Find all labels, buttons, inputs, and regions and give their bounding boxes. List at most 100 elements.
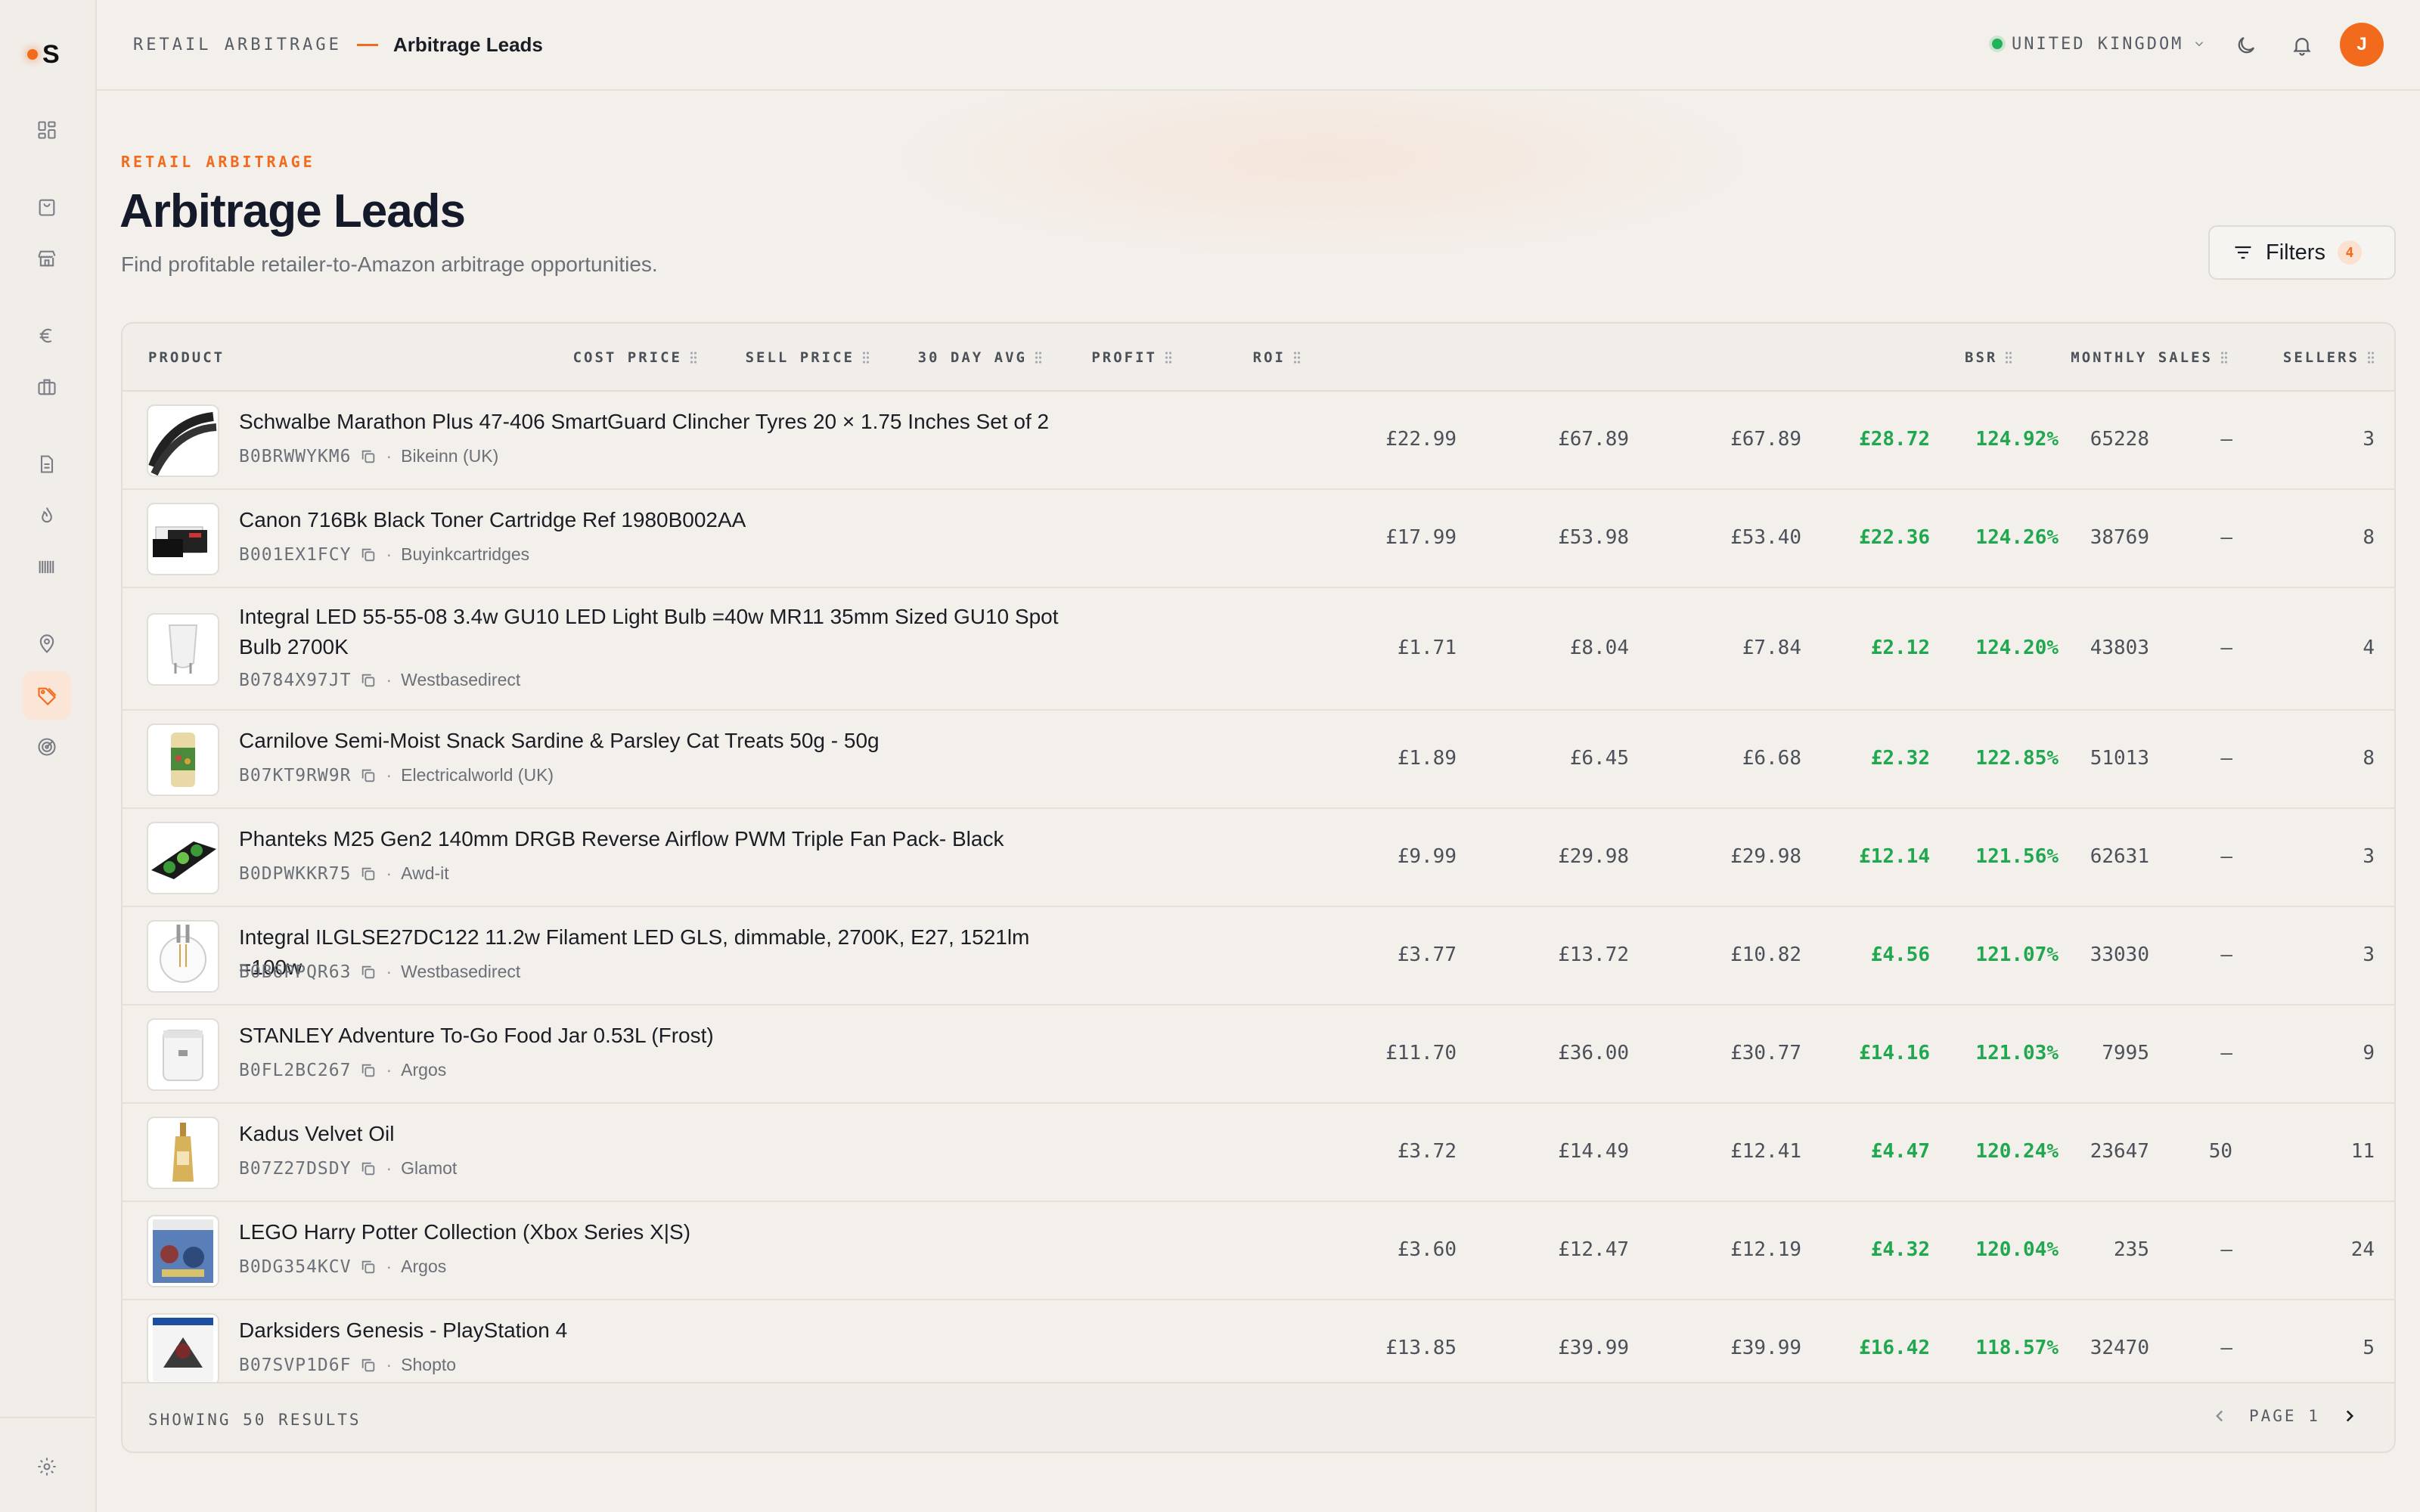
settings-button[interactable] (23, 1442, 71, 1491)
sellers-cell: 8 (2363, 526, 2375, 549)
monthly-sales-cell: 50 (2208, 1140, 2232, 1163)
sidebar-item-euro[interactable] (23, 311, 71, 360)
product-name[interactable]: Schwalbe Marathon Plus 47-406 SmartGuard… (239, 407, 1086, 437)
product-name[interactable]: Phanteks M25 Gen2 140mm DRGB Reverse Air… (239, 824, 1086, 854)
product-name[interactable]: LEGO Harry Potter Collection (Xbox Serie… (239, 1217, 1086, 1247)
table-row[interactable]: Canon 716Bk Black Toner Cartridge Ref 19… (123, 490, 2394, 588)
roi-cell: 120.24% (1975, 1140, 2059, 1163)
copy-icon[interactable] (360, 1062, 377, 1079)
table-row[interactable]: LEGO Harry Potter Collection (Xbox Serie… (123, 1202, 2394, 1300)
drag-handle-icon[interactable] (1035, 350, 1042, 365)
drag-handle-icon[interactable] (2220, 350, 2228, 365)
product-meta: B0DG354KCV · Argos (239, 1256, 446, 1277)
product-image-tyre (148, 412, 217, 476)
filters-button[interactable]: Filters 4 (2208, 225, 2396, 280)
sidebar-item-dashboard[interactable] (23, 106, 71, 154)
column-header-30-day-avg[interactable]: 30 DAY AVG (918, 349, 1042, 366)
copy-icon[interactable] (360, 866, 377, 882)
copy-icon[interactable] (360, 672, 377, 689)
product-name[interactable]: Darksiders Genesis - PlayStation 4 (239, 1315, 1086, 1346)
chevron-right-icon[interactable] (2340, 1406, 2360, 1426)
copy-icon[interactable] (360, 1160, 377, 1177)
tag-icon (38, 687, 57, 706)
product-name[interactable]: Canon 716Bk Black Toner Cartridge Ref 19… (239, 505, 1086, 535)
drag-handle-icon[interactable] (2005, 350, 2012, 365)
table-row[interactable]: Carnilove Semi-Moist Snack Sardine & Par… (123, 711, 2394, 809)
leads-table: PRODUCT COST PRICE SELL PRICE 30 DAY AVG… (121, 322, 2396, 1453)
table-row[interactable]: STANLEY Adventure To-Go Food Jar 0.53L (… (123, 1005, 2394, 1104)
avg-30-day-cell: £7.84 (1742, 637, 1801, 659)
drag-handle-icon[interactable] (2367, 350, 2375, 365)
notifications-button[interactable] (2284, 27, 2320, 64)
product-meta: B07KT9RW9R · Electricalworld (UK) (239, 765, 554, 785)
sellers-cell: 24 (2350, 1238, 2375, 1261)
copy-icon[interactable] (360, 448, 377, 465)
product-name[interactable]: Kadus Velvet Oil (239, 1119, 1086, 1149)
sidebar-item-trending[interactable] (23, 491, 71, 540)
table-row[interactable]: Phanteks M25 Gen2 140mm DRGB Reverse Air… (123, 809, 2394, 907)
sidebar-item-documents[interactable] (23, 440, 71, 488)
meta-separator: · (386, 962, 392, 981)
sidebar-item-shopping[interactable] (23, 183, 71, 231)
sell-price-cell: £12.47 (1558, 1238, 1629, 1261)
column-header-cost-price[interactable]: COST PRICE (573, 349, 697, 366)
sidebar-item-store[interactable] (23, 234, 71, 283)
roi-cell: 124.20% (1975, 637, 2059, 659)
sidebar-item-barcode[interactable] (23, 543, 71, 591)
product-retailer: Bikeinn (UK) (401, 446, 499, 466)
copy-icon[interactable] (360, 964, 377, 981)
page-subtitle: Find profitable retailer-to-Amazon arbit… (121, 253, 658, 276)
table-row[interactable]: Integral ILGLSE27DC122 11.2w Filament LE… (123, 907, 2394, 1005)
app-logo[interactable]: S (27, 38, 60, 71)
breadcrumb-separator (356, 43, 378, 46)
column-header-roi[interactable]: ROI (1253, 349, 1301, 366)
product-name[interactable]: STANLEY Adventure To-Go Food Jar 0.53L (… (239, 1021, 1086, 1051)
sidebar-item-arbitrage-leads[interactable] (23, 671, 71, 720)
copy-icon[interactable] (360, 1259, 377, 1275)
bsr-cell: 65228 (2090, 428, 2149, 451)
profit-cell: £16.42 (1859, 1337, 1930, 1359)
region-selector[interactable]: UNITED KINGDOM (1992, 30, 2206, 57)
column-header-profit[interactable]: PROFIT (1091, 349, 1172, 366)
table-row[interactable]: Kadus Velvet Oil B07Z27DSDY · Glamot £3.… (123, 1104, 2394, 1202)
product-retailer: Electricalworld (UK) (401, 765, 554, 785)
column-header-bsr[interactable]: BSR (1965, 349, 2012, 366)
product-name[interactable]: Carnilove Semi-Moist Snack Sardine & Par… (239, 726, 1086, 756)
product-name[interactable]: Integral LED 55-55-08 3.4w GU10 LED Ligh… (239, 602, 1086, 662)
drag-handle-icon[interactable] (690, 350, 697, 365)
roi-cell: 118.57% (1975, 1337, 2059, 1359)
profit-cell: £2.12 (1870, 637, 1930, 659)
sidebar-item-target[interactable] (23, 723, 71, 771)
drag-handle-icon[interactable] (862, 350, 870, 365)
sidebar-item-briefcase[interactable] (23, 363, 71, 411)
avg-30-day-cell: £6.68 (1742, 747, 1801, 770)
meta-separator: · (386, 765, 392, 785)
product-retailer: Argos (401, 1060, 447, 1080)
product-thumbnail (147, 613, 219, 686)
table-row[interactable]: Schwalbe Marathon Plus 47-406 SmartGuard… (123, 392, 2394, 490)
column-header-product[interactable]: PRODUCT (148, 349, 225, 366)
sidebar-item-locations[interactable] (23, 620, 71, 668)
target-icon (38, 738, 56, 756)
sellers-cell: 8 (2363, 747, 2375, 770)
profit-cell: £12.14 (1859, 845, 1930, 868)
copy-icon[interactable] (360, 1357, 377, 1374)
avg-30-day-cell: £29.98 (1730, 845, 1801, 868)
sell-price-cell: £6.45 (1569, 747, 1629, 770)
column-header-sellers[interactable]: SELLERS (2283, 349, 2375, 366)
table-row[interactable]: Integral LED 55-55-08 3.4w GU10 LED Ligh… (123, 588, 2394, 711)
column-header-monthly-sales[interactable]: MONTHLY SALES (2071, 349, 2228, 366)
column-header-sell-price[interactable]: SELL PRICE (746, 349, 870, 366)
breadcrumb-root[interactable]: RETAIL ARBITRAGE (133, 36, 342, 54)
copy-icon[interactable] (360, 767, 377, 784)
bsr-cell: 32470 (2090, 1337, 2149, 1359)
drag-handle-icon[interactable] (1293, 350, 1301, 365)
theme-toggle-button[interactable] (2228, 27, 2264, 64)
copy-icon[interactable] (360, 547, 377, 563)
product-thumbnail (147, 1117, 219, 1189)
chevron-left-icon[interactable] (2210, 1406, 2229, 1426)
product-retailer: Buyinkcartridges (401, 544, 530, 564)
drag-handle-icon[interactable] (1165, 350, 1172, 365)
pagination: PAGE 1 (2210, 1406, 2360, 1426)
user-avatar[interactable]: J (2340, 23, 2384, 67)
